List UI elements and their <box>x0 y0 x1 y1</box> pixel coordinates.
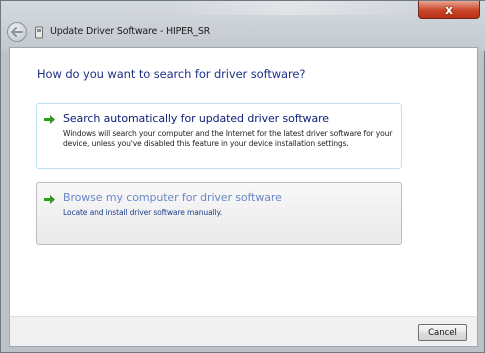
option-title: Search automatically for updated driver … <box>63 112 329 125</box>
cancel-button[interactable]: Cancel <box>418 324 467 341</box>
option-description: Windows will search your computer and th… <box>63 129 393 148</box>
page-heading: How do you want to search for driver sof… <box>37 67 306 81</box>
back-arrow-icon <box>11 27 23 37</box>
browse-computer-option[interactable]: Browse my computer for driver software L… <box>36 182 402 245</box>
title-bar: x Update Driver Software - HIPER_SR <box>1 1 485 51</box>
green-arrow-icon <box>44 195 55 204</box>
green-arrow-icon <box>44 115 55 124</box>
close-icon: x <box>445 2 453 17</box>
option-title: Browse my computer for driver software <box>63 191 282 204</box>
option-description: Locate and install driver software manua… <box>63 208 223 217</box>
back-button[interactable] <box>7 22 27 42</box>
search-automatically-option[interactable]: Search automatically for updated driver … <box>36 103 402 169</box>
close-button[interactable]: x <box>418 1 480 19</box>
device-icon <box>35 26 43 39</box>
window-title: Update Driver Software - HIPER_SR <box>50 26 211 37</box>
dialog-window: x Update Driver Software - HIPER_SR How … <box>0 0 485 353</box>
content-area: How do you want to search for driver sof… <box>9 47 478 317</box>
dialog-footer: Cancel <box>9 316 478 347</box>
background-window-ghost <box>161 1 421 15</box>
